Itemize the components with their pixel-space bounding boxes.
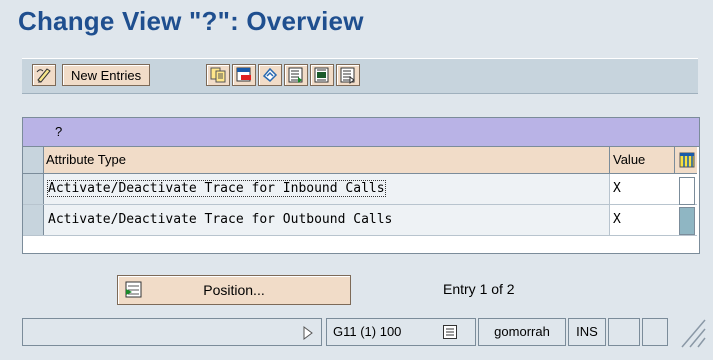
copy-as-button[interactable] <box>206 64 230 86</box>
entry-count: Entry 1 of 2 <box>443 281 515 297</box>
system-info-dropdown-icon[interactable] <box>443 325 457 339</box>
undo-icon <box>262 67 278 83</box>
insert-mode[interactable]: INS <box>568 318 606 346</box>
table-row: Activate/Deactivate Trace for Outbound C… <box>23 205 697 236</box>
deselect-all-button[interactable] <box>336 64 360 86</box>
deselect-all-icon <box>340 67 355 84</box>
attribute-text: Activate/Deactivate Trace for Outbound C… <box>48 212 393 227</box>
status-message-area <box>22 318 322 346</box>
copy-icon <box>210 67 226 83</box>
delete-icon <box>236 67 251 82</box>
row-select-button[interactable] <box>23 205 44 235</box>
table-title: ? <box>23 118 699 147</box>
entries-table: ? Attribute Type Value Activate/Deactiva… <box>22 117 700 254</box>
status-field-empty <box>608 318 640 346</box>
table-settings-button[interactable] <box>676 147 697 173</box>
select-block-icon <box>314 67 329 83</box>
value-field[interactable]: X <box>611 176 675 202</box>
change-display-button[interactable] <box>32 64 56 86</box>
system-info: G11 (1) 100 <box>326 318 476 346</box>
system-text: G11 (1) 100 <box>333 324 402 339</box>
undo-change-button[interactable] <box>258 64 282 86</box>
select-all-icon <box>288 67 303 83</box>
table-settings-icon <box>679 152 694 168</box>
resize-grip-icon[interactable] <box>672 318 706 348</box>
row-select-button[interactable] <box>23 174 44 204</box>
table-row: Activate/Deactivate Trace for Inbound Ca… <box>23 174 697 205</box>
expand-status-icon[interactable] <box>303 326 313 340</box>
status-field-empty <box>642 318 668 346</box>
column-header-value[interactable]: Value <box>611 147 675 173</box>
select-all-button[interactable] <box>284 64 308 86</box>
page-title: Change View "?": Overview <box>18 6 364 36</box>
status-bar: G11 (1) 100 gomorrah INS <box>22 318 708 348</box>
select-all-rows-button[interactable] <box>23 147 44 173</box>
vertical-scrollbar[interactable] <box>679 175 695 235</box>
table-header: Attribute Type Value <box>23 147 697 174</box>
attribute-text: Activate/Deactivate Trace for Inbound Ca… <box>47 180 386 197</box>
position-label: Position... <box>203 282 265 298</box>
server-host: gomorrah <box>478 318 566 346</box>
select-block-button[interactable] <box>310 64 334 86</box>
position-button[interactable]: Position... <box>117 275 351 305</box>
attribute-cell[interactable]: Activate/Deactivate Trace for Outbound C… <box>44 205 610 235</box>
delete-button[interactable] <box>232 64 256 86</box>
scrollbar-track[interactable] <box>679 177 695 205</box>
application-toolbar: New Entries <box>22 58 698 94</box>
scrollbar-thumb[interactable] <box>679 207 695 235</box>
attribute-cell[interactable]: Activate/Deactivate Trace for Inbound Ca… <box>44 174 610 204</box>
change-display-icon <box>36 68 51 83</box>
new-entries-button[interactable]: New Entries <box>62 64 151 86</box>
value-field[interactable]: X <box>611 207 675 233</box>
column-header-attribute[interactable]: Attribute Type <box>44 147 610 173</box>
